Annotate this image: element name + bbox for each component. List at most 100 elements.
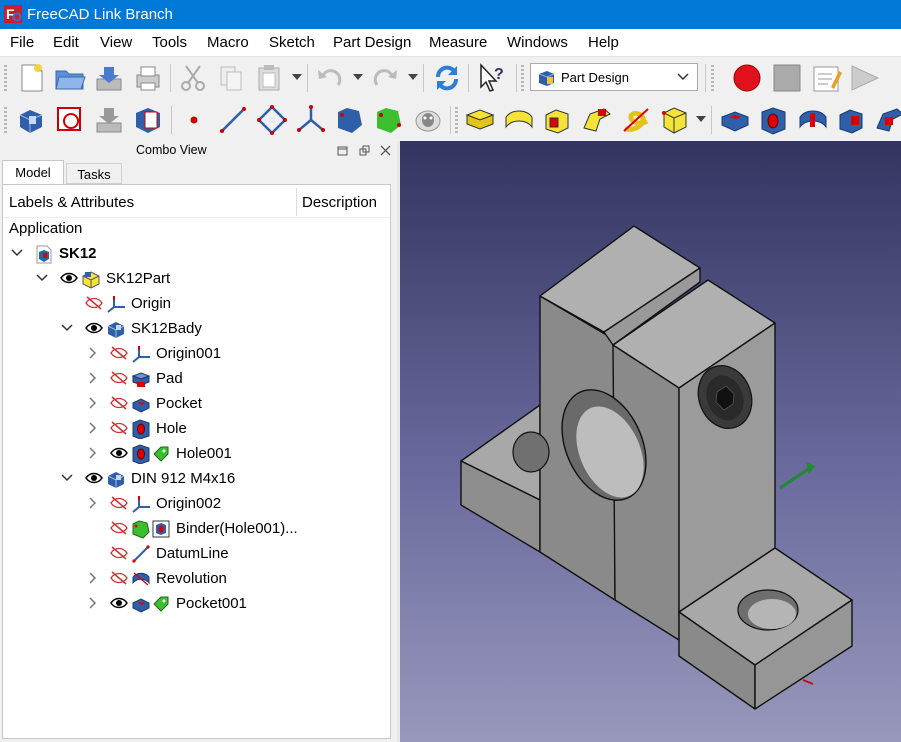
redo-dropdown-icon[interactable] [408, 74, 418, 80]
new-document-button[interactable] [14, 61, 48, 95]
menu-file[interactable]: File [10, 34, 34, 51]
macro-record-button[interactable] [730, 61, 764, 95]
column-divider[interactable] [296, 188, 297, 216]
tree-item-revolution[interactable]: Revolution [3, 566, 390, 591]
undo-button[interactable] [313, 61, 347, 95]
eye-hidden-icon[interactable] [109, 396, 129, 410]
toolbar-grip[interactable] [711, 65, 714, 91]
tree-item-datumline[interactable]: DatumLine [3, 541, 390, 566]
eye-hidden-icon[interactable] [109, 571, 129, 585]
copy-button[interactable] [214, 61, 248, 95]
cut-button[interactable] [176, 61, 210, 95]
tree-item-din-912-m4x16[interactable]: DIN 912 M4x16 [3, 466, 390, 491]
column-description[interactable]: Description [302, 194, 377, 211]
menu-macro[interactable]: Macro [207, 34, 249, 51]
eye-icon[interactable] [84, 321, 104, 335]
paste-button[interactable] [252, 61, 286, 95]
tree-item-origin002[interactable]: Origin002 [3, 491, 390, 516]
chevron-right-icon[interactable] [86, 396, 98, 410]
chevron-down-icon[interactable] [36, 271, 48, 285]
chevron-right-icon[interactable] [86, 446, 98, 460]
menu-tools[interactable]: Tools [152, 34, 187, 51]
eye-hidden-icon[interactable] [109, 496, 129, 510]
menu-view[interactable]: View [100, 34, 132, 51]
toolbar-grip[interactable] [521, 65, 524, 91]
local-cs-button[interactable] [294, 103, 328, 137]
tree-item-pad[interactable]: Pad [3, 366, 390, 391]
menu-part-design[interactable]: Part Design [333, 34, 411, 51]
menu-help[interactable]: Help [588, 34, 619, 51]
whats-this-button[interactable]: ? [475, 61, 509, 95]
eye-hidden-icon[interactable] [109, 521, 129, 535]
tree-item-pocket001[interactable]: Pocket001 [3, 591, 390, 616]
eye-hidden-icon[interactable] [109, 421, 129, 435]
tree-item-hole001[interactable]: Hole001 [3, 441, 390, 466]
chevron-right-icon[interactable] [86, 421, 98, 435]
menu-sketch[interactable]: Sketch [269, 34, 315, 51]
subshape-binder-button[interactable] [372, 103, 406, 137]
tree-item-pocket[interactable]: Pocket [3, 391, 390, 416]
menu-measure[interactable]: Measure [429, 34, 487, 51]
undo-dropdown-icon[interactable] [353, 74, 363, 80]
primitive-dropdown-icon[interactable] [696, 116, 706, 122]
workbench-selector[interactable]: Part Design [530, 63, 698, 91]
close-icon[interactable] [380, 145, 391, 156]
chevron-right-icon[interactable] [86, 346, 98, 360]
chevron-right-icon[interactable] [86, 571, 98, 585]
create-sketch-button[interactable] [53, 103, 87, 137]
3d-viewport[interactable] [400, 141, 901, 742]
subtractive-pipe-button[interactable] [873, 103, 901, 137]
pocket-button[interactable] [718, 103, 752, 137]
tree-item-sk12part[interactable]: SK12Part [3, 266, 390, 291]
eye-icon[interactable] [109, 596, 129, 610]
shape-binder-button[interactable] [333, 103, 367, 137]
eye-hidden-icon[interactable] [109, 546, 129, 560]
create-body-button[interactable] [14, 103, 48, 137]
macro-run-button[interactable] [848, 61, 882, 95]
open-button[interactable] [53, 61, 87, 95]
additive-loft-button[interactable] [541, 103, 575, 137]
datum-line-button[interactable] [216, 103, 250, 137]
macro-edit-button[interactable] [809, 61, 843, 95]
additive-helix-button[interactable] [619, 103, 653, 137]
macro-stop-button[interactable] [770, 61, 804, 95]
eye-icon[interactable] [109, 446, 129, 460]
print-button[interactable] [131, 61, 165, 95]
paste-dropdown-icon[interactable] [292, 74, 302, 80]
additive-primitive-button[interactable] [658, 103, 692, 137]
groove-button[interactable] [796, 103, 830, 137]
tab-tasks[interactable]: Tasks [66, 163, 122, 184]
toolbar-grip[interactable] [455, 107, 458, 133]
clone-button[interactable] [411, 103, 445, 137]
datum-plane-button[interactable] [255, 103, 289, 137]
tree-item-binder[interactable]: Binder(Hole001)... [3, 516, 390, 541]
chevron-right-icon[interactable] [86, 371, 98, 385]
tree-item-origin[interactable]: Origin [3, 291, 390, 316]
datum-point-button[interactable] [177, 103, 211, 137]
validate-sketch-button[interactable] [92, 103, 126, 137]
revolution-button[interactable] [502, 103, 536, 137]
chevron-right-icon[interactable] [86, 496, 98, 510]
tree-item-hole[interactable]: Hole [3, 416, 390, 441]
float-panel-icon[interactable] [337, 145, 348, 156]
chevron-down-icon[interactable] [61, 471, 73, 485]
pad-button[interactable] [463, 103, 497, 137]
column-labels-attributes[interactable]: Labels & Attributes [9, 194, 134, 211]
redo-button[interactable] [368, 61, 402, 95]
eye-hidden-icon[interactable] [84, 296, 104, 310]
tree-item-sk12bady[interactable]: SK12Bady [3, 316, 390, 341]
shaft-support-model[interactable] [400, 141, 901, 742]
subtractive-loft-button[interactable] [835, 103, 869, 137]
eye-icon[interactable] [59, 271, 79, 285]
chevron-down-icon[interactable] [61, 321, 73, 335]
additive-pipe-button[interactable] [580, 103, 614, 137]
menu-windows[interactable]: Windows [507, 34, 568, 51]
chevron-down-icon[interactable] [11, 246, 23, 260]
refresh-button[interactable] [430, 61, 464, 95]
hole-button[interactable] [757, 103, 791, 137]
toolbar-grip[interactable] [4, 65, 7, 91]
toolbar-grip[interactable] [4, 107, 7, 133]
eye-hidden-icon[interactable] [109, 346, 129, 360]
eye-icon[interactable] [84, 471, 104, 485]
tree-item-sk12[interactable]: SK12 [3, 241, 390, 266]
